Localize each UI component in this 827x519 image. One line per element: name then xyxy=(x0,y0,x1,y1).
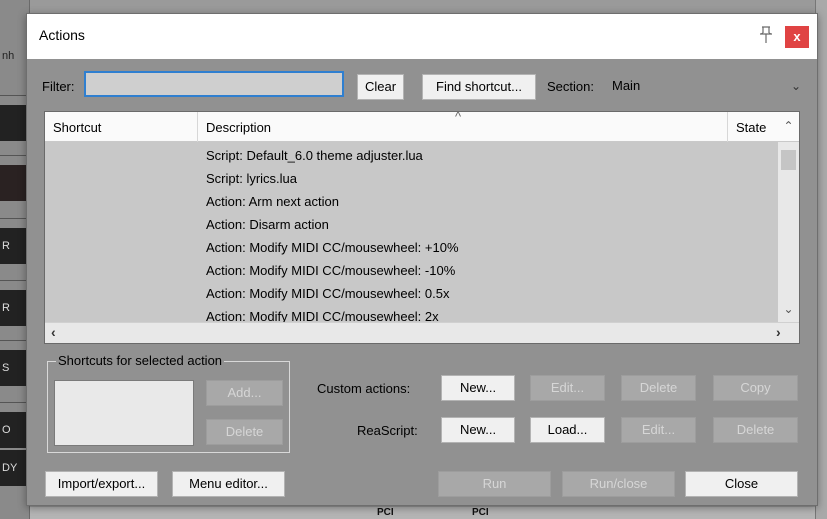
close-icon[interactable]: x xyxy=(785,26,809,48)
column-header-description[interactable]: Description xyxy=(198,112,728,142)
pin-icon[interactable] xyxy=(757,26,775,46)
custom-action-copy-button[interactable]: Copy xyxy=(713,375,798,401)
section-value: Main xyxy=(612,78,641,93)
reascript-load-button[interactable]: Load... xyxy=(530,417,605,443)
menu-editor-button[interactable]: Menu editor... xyxy=(172,471,285,497)
scroll-up-icon[interactable]: ⌃ xyxy=(778,119,799,139)
filter-input[interactable] xyxy=(84,71,344,97)
list-item[interactable]: Script: Default_6.0 theme adjuster.lua xyxy=(206,144,423,167)
scrollbar-thumb[interactable] xyxy=(781,150,796,170)
bg-track-block xyxy=(0,165,28,201)
reascript-edit-button[interactable]: Edit... xyxy=(621,417,696,443)
sort-ascending-icon: ^ xyxy=(455,111,462,124)
background-timeline-strip: PCI PCI xyxy=(30,507,815,519)
bg-label: nh xyxy=(0,45,28,67)
section-label: Section: xyxy=(547,79,594,94)
bg-track-chip: DY xyxy=(0,450,28,486)
list-item[interactable]: Action: Arm next action xyxy=(206,190,339,213)
custom-action-delete-button[interactable]: Delete xyxy=(621,375,696,401)
column-header-state[interactable]: State xyxy=(728,112,778,142)
vertical-scrollbar[interactable]: ⌄ xyxy=(778,142,799,322)
import-export-button[interactable]: Import/export... xyxy=(45,471,158,497)
title-bar[interactable]: Actions x xyxy=(27,14,817,59)
bg-pc-label: PCI xyxy=(472,507,489,518)
run-close-button[interactable]: Run/close xyxy=(562,471,675,497)
reascript-label: ReaScript: xyxy=(357,423,418,438)
bg-track-chip: R xyxy=(0,290,28,326)
list-item[interactable]: Action: Modify MIDI CC/mousewheel: -10% xyxy=(206,259,455,282)
run-button[interactable]: Run xyxy=(438,471,551,497)
list-item[interactable]: Action: Modify MIDI CC/mousewheel: 0.5x xyxy=(206,282,449,305)
bg-track-chip: O xyxy=(0,412,28,448)
shortcuts-group-legend: Shortcuts for selected action xyxy=(56,353,225,368)
bg-track-chip: S xyxy=(0,350,28,386)
scroll-right-icon[interactable]: › xyxy=(776,324,781,340)
shortcuts-group: Shortcuts for selected action Add... Del… xyxy=(47,353,290,453)
delete-shortcut-button[interactable]: Delete xyxy=(206,419,283,445)
dialog-title: Actions xyxy=(39,27,85,43)
add-shortcut-button[interactable]: Add... xyxy=(206,380,283,406)
custom-actions-label: Custom actions: xyxy=(317,381,411,396)
close-button[interactable]: Close xyxy=(685,471,798,497)
find-shortcut-button[interactable]: Find shortcut... xyxy=(422,74,536,100)
bg-track-block xyxy=(0,105,28,141)
list-item[interactable]: Script: lyrics.lua xyxy=(206,167,297,190)
list-item[interactable]: Action: Disarm action xyxy=(206,213,329,236)
custom-action-edit-button[interactable]: Edit... xyxy=(530,375,605,401)
column-header-shortcut[interactable]: Shortcut xyxy=(45,112,198,142)
shortcut-list[interactable] xyxy=(54,380,194,446)
scroll-left-icon[interactable]: ‹ xyxy=(51,324,56,340)
bg-track-chip: R xyxy=(0,228,28,264)
actions-dialog: Actions x Filter: Clear Find shortcut...… xyxy=(26,13,818,506)
reascript-delete-button[interactable]: Delete xyxy=(713,417,798,443)
section-select[interactable]: Main ⌄ xyxy=(610,74,805,98)
filter-label: Filter: xyxy=(42,79,75,94)
list-item[interactable]: Action: Modify MIDI CC/mousewheel: +10% xyxy=(206,236,459,259)
bg-pc-label: PCI xyxy=(377,507,394,518)
chevron-down-icon: ⌄ xyxy=(790,79,801,93)
clear-button[interactable]: Clear xyxy=(357,74,404,100)
horizontal-scrollbar[interactable]: ‹ › xyxy=(45,322,799,343)
scroll-down-icon[interactable]: ⌄ xyxy=(778,302,799,322)
action-list[interactable]: Shortcut Description ^ State ⌃ Script: D… xyxy=(44,111,800,344)
custom-action-new-button[interactable]: New... xyxy=(441,375,515,401)
reascript-new-button[interactable]: New... xyxy=(441,417,515,443)
list-header: Shortcut Description ^ State ⌃ xyxy=(45,112,799,142)
